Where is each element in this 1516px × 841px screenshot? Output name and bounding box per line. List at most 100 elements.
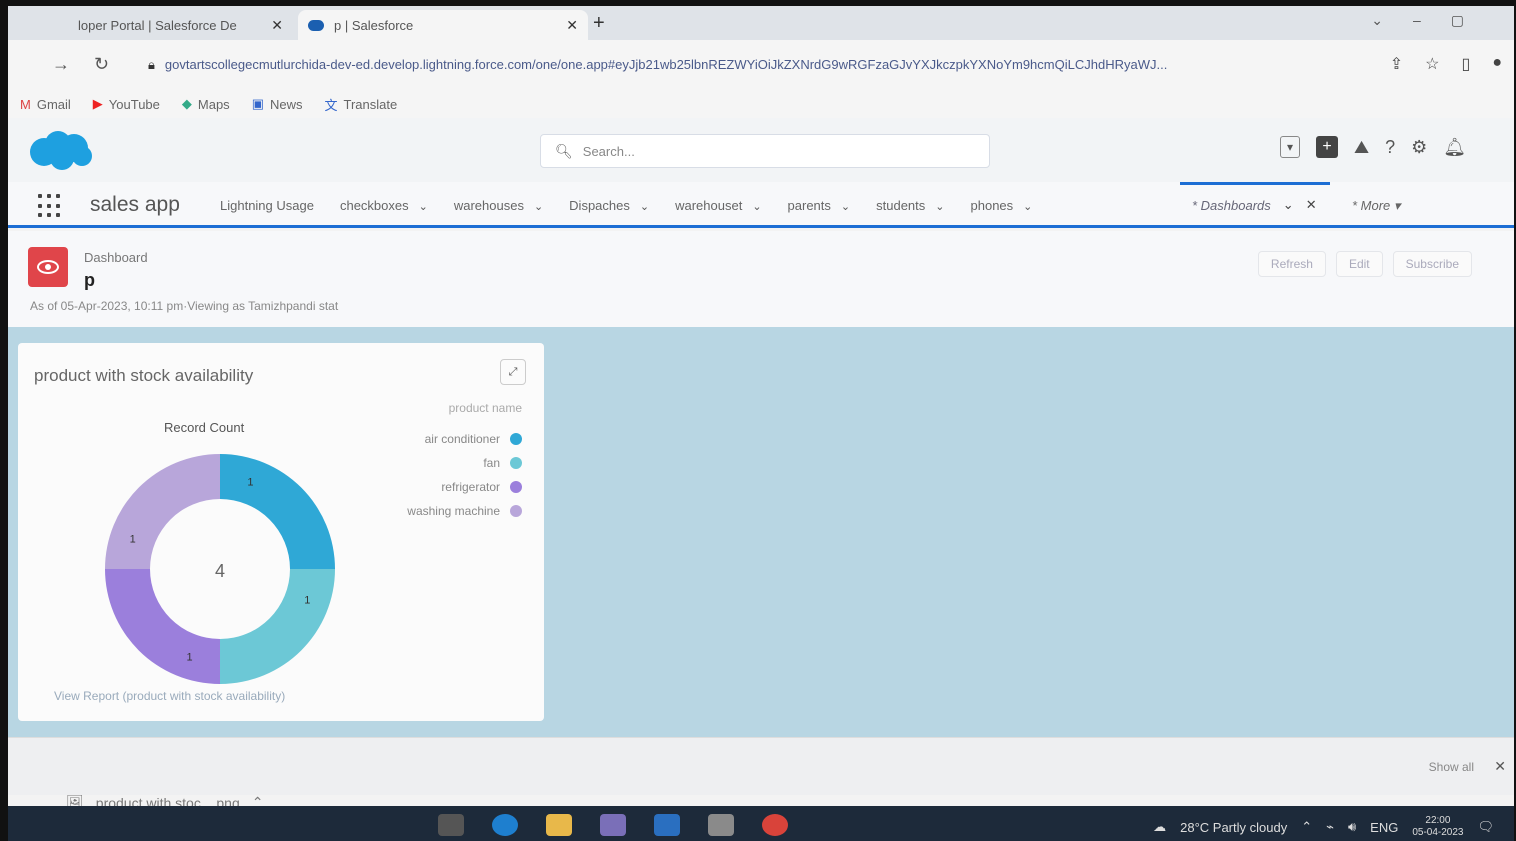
bookmark-news[interactable]: ▣ News (252, 96, 303, 112)
legend-item[interactable]: refrigerator (407, 475, 522, 499)
bookmark-label: News (269, 96, 303, 112)
new-tab-button[interactable]: + (593, 12, 605, 35)
favorites-dropdown-icon[interactable]: ▾ (1280, 136, 1300, 158)
windows-taskbar: ☁ 28°C Partly cloudy ⌃ ⌁ 🔊︎ ENG 22:00 05… (8, 806, 1514, 841)
refresh-button[interactable]: Refresh (1257, 251, 1326, 277)
tab-close-icon[interactable]: ✕ (566, 17, 578, 34)
network-icon[interactable]: ⌁ (1326, 819, 1334, 835)
edge-icon[interactable] (492, 814, 518, 836)
weather-text[interactable]: 28°C Partly cloudy (1180, 820, 1287, 835)
search-placeholder: Search... (582, 143, 635, 159)
forward-icon[interactable]: → (52, 54, 70, 75)
dashboard-canvas: product with stock availability ⤢ Record… (8, 327, 1514, 737)
task-view-icon[interactable] (438, 814, 464, 836)
close-tab-icon[interactable]: ✕ (1306, 197, 1317, 213)
bookmark-translate[interactable]: 文 Translate (325, 95, 398, 114)
store-icon[interactable] (600, 814, 626, 836)
nav-item-warehouset[interactable]: warehouset ⌄ (675, 198, 761, 213)
nav-item-students[interactable]: students ⌄ (876, 198, 944, 213)
chevron-down-icon[interactable]: ⌄ (534, 201, 543, 213)
share-icon[interactable]: ⇪ (1390, 54, 1403, 74)
lang-label[interactable]: ENG (1370, 820, 1398, 835)
help-icon[interactable]: ? (1385, 137, 1395, 158)
nav-item-warehouses[interactable]: warehouses ⌄ (454, 198, 543, 213)
donut-slice-fan[interactable] (220, 569, 335, 684)
downloads-bar: 🖼︎ product with stoc....png ⌃ Show all ✕ (8, 737, 1514, 811)
taskbar-apps (438, 814, 788, 836)
setup-gear-icon[interactable]: ⚙ (1411, 137, 1427, 158)
legend-item[interactable]: air conditioner (407, 427, 522, 451)
nav-item-label: students (876, 198, 926, 213)
profile-icon[interactable]: ● (1492, 54, 1502, 74)
clock[interactable]: 22:00 05-04-2023 (1412, 815, 1463, 839)
chevron-down-icon[interactable]: ⌄ (1283, 197, 1294, 213)
volume-icon[interactable]: 🔊︎ (1348, 819, 1356, 835)
tray-chevron-icon[interactable]: ⌃ (1301, 819, 1312, 835)
app-launcher-icon[interactable] (38, 194, 62, 218)
browser-tab-active[interactable]: p | Salesforce ✕ (298, 10, 588, 40)
donut-slice-washing-machine[interactable] (105, 454, 220, 569)
donut-slice-value-label: 1 (304, 594, 310, 606)
subscribe-button[interactable]: Subscribe (1392, 251, 1472, 277)
youtube-icon: ▶ (92, 96, 103, 111)
dashboard-title: p (84, 270, 95, 290)
trailhead-icon[interactable]: ⛰ (1354, 137, 1369, 158)
window-controls[interactable]: ⌄–▢ (1371, 12, 1494, 29)
view-report-link[interactable]: View Report (product with stock availabi… (54, 689, 285, 703)
donut-chart[interactable]: 4 1 1 1 1 (90, 439, 350, 699)
url-text: govtartscollegecmutlurchida-dev-ed.devel… (164, 57, 1168, 72)
salesforce-logo-icon[interactable] (24, 128, 96, 172)
donut-slice-refrigerator[interactable] (105, 569, 220, 684)
chevron-down-icon[interactable]: ⌄ (841, 201, 850, 213)
bookmark-gmail[interactable]: M Gmail (20, 97, 71, 112)
browser-tab-developer-portal[interactable]: loper Portal | Salesforce De ✕ (68, 10, 293, 40)
mail-icon[interactable] (654, 814, 680, 836)
nav-item-dispaches[interactable]: Dispaches ⌄ (569, 198, 649, 213)
nav-item-checkboxes[interactable]: checkboxes ⌄ (340, 198, 428, 213)
close-downloads-icon[interactable]: ✕ (1494, 758, 1506, 775)
chart-measure-label: Record Count (164, 420, 245, 435)
donut-slice-air-conditioner[interactable] (220, 454, 335, 569)
expand-icon[interactable]: ⤢ (500, 359, 526, 385)
bookmark-star-icon[interactable]: ☆ (1425, 54, 1439, 74)
edit-button[interactable]: Edit (1335, 251, 1383, 277)
legend-swatch (510, 481, 522, 493)
nav-more-menu[interactable]: * More ▾ (1352, 198, 1400, 214)
lock-icon: 🔒︎ (148, 57, 155, 72)
nav-tab-dashboards[interactable]: * Dashboards ⌄ ✕ (1180, 182, 1330, 225)
chart-legend: product name air conditioner fan refrigera… (407, 401, 522, 523)
show-all-button[interactable]: Show all (1429, 760, 1474, 774)
chevron-down-icon[interactable]: ⌄ (640, 201, 649, 213)
address-bar-row: → ↻ 🔒︎ govtartscollegecmutlurchida-dev-ed… (8, 40, 1514, 90)
url-field[interactable]: 🔒︎ govtartscollegecmutlurchida-dev-ed.dev… (148, 57, 1358, 73)
dashboard-actions: Refresh Edit Subscribe (1257, 251, 1472, 277)
widget-title: product with stock availability (34, 366, 254, 385)
nav-item-label: phones (970, 198, 1014, 213)
legend-item[interactable]: fan (407, 451, 522, 475)
global-actions-icon[interactable]: + (1316, 136, 1338, 158)
chrome-icon[interactable] (762, 814, 788, 836)
global-search-input[interactable]: 🔍︎ Search... (540, 134, 990, 168)
bookmark-maps[interactable]: ◆ Maps (182, 96, 230, 112)
bookmark-youtube[interactable]: ▶ YouTube (93, 96, 160, 112)
app-icon[interactable] (708, 814, 734, 836)
legend-item[interactable]: washing machine (407, 499, 522, 523)
nav-item-parents[interactable]: parents ⌄ (788, 198, 851, 213)
file-explorer-icon[interactable] (546, 814, 572, 836)
notifications-bell-icon[interactable]: 🔔︎ (1443, 137, 1466, 158)
chevron-down-icon[interactable]: ⌄ (419, 201, 428, 213)
chevron-down-icon[interactable]: ⌄ (752, 201, 761, 213)
chevron-down-icon[interactable]: ⌄ (935, 201, 944, 213)
chevron-down-icon[interactable]: ⌄ (1023, 201, 1032, 213)
screen: loper Portal | Salesforce De ✕ p | Sales… (8, 6, 1514, 841)
side-panel-icon[interactable]: ▯ (1462, 54, 1471, 74)
nav-item-phones[interactable]: phones ⌄ (971, 198, 1033, 213)
legend-swatch (510, 457, 522, 469)
reload-icon[interactable]: ↻ (94, 54, 109, 75)
nav-item-lightning-usage[interactable]: Lightning Usage (220, 198, 314, 213)
tab-close-icon[interactable]: ✕ (271, 17, 283, 34)
bookmark-label: Gmail (36, 96, 71, 112)
notifications-icon[interactable]: 🗨︎ (1477, 819, 1494, 835)
dashboard-widget: product with stock availability ⤢ Record… (18, 343, 544, 721)
nav-items: Lightning Usage checkboxes ⌄ warehouses ⌄ … (220, 198, 1032, 213)
